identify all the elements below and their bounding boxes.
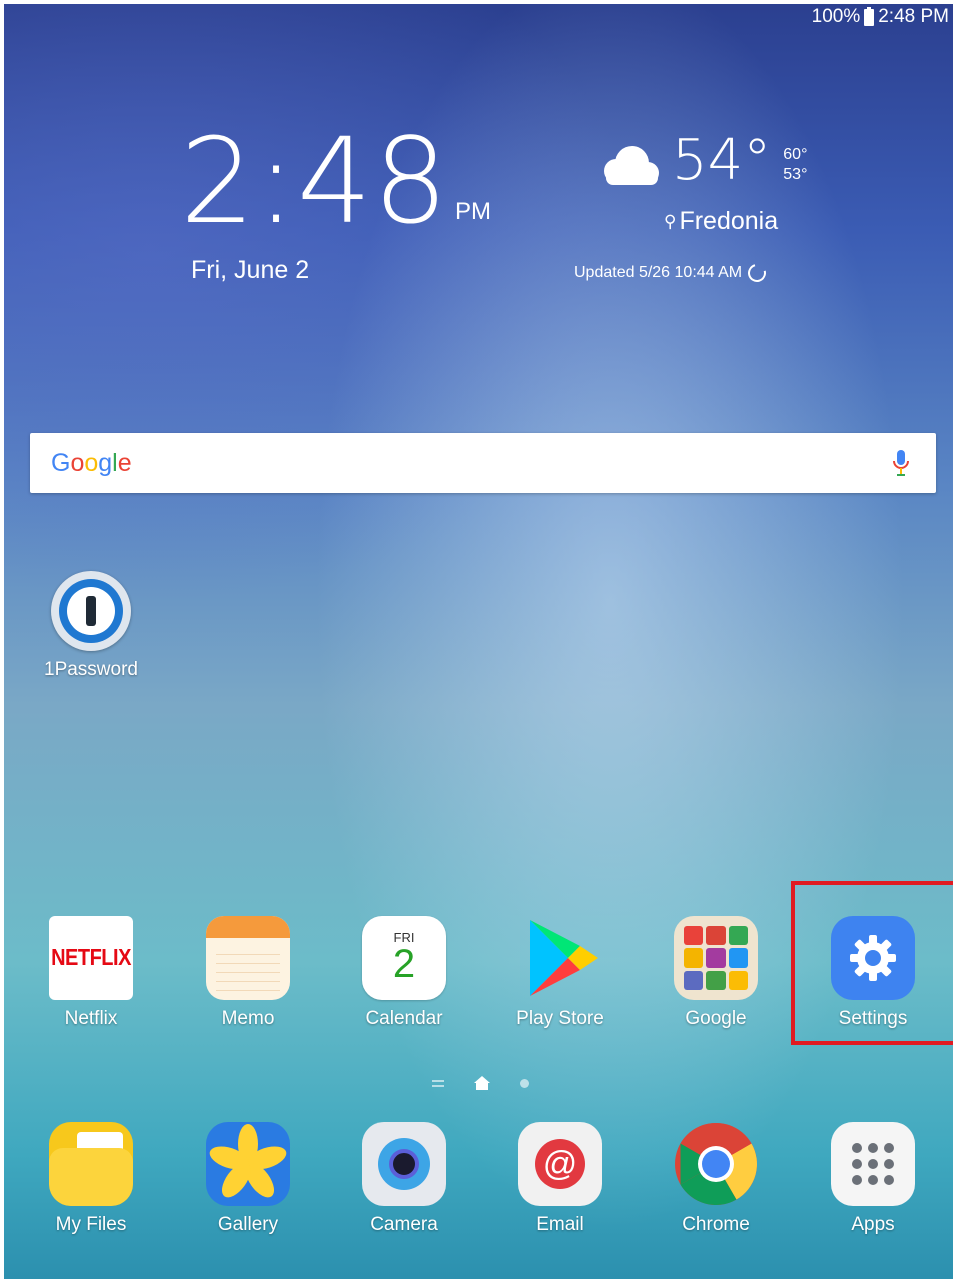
battery-percent: 100%: [811, 6, 861, 27]
netflix-icon: NETFLIX: [49, 916, 133, 1000]
clock-ampm: PM: [454, 198, 491, 225]
app-netflix[interactable]: NETFLIX Netflix: [26, 916, 156, 1030]
app-label: Camera: [370, 1214, 438, 1235]
camera-icon: [362, 1122, 446, 1206]
app-label: Calendar: [365, 1008, 443, 1029]
frame-border: [953, 0, 963, 1283]
chrome-icon: [674, 1122, 758, 1206]
app-label: My Files: [55, 1214, 127, 1235]
app-label: Gallery: [217, 1214, 279, 1235]
status-time: 2:48 PM: [878, 6, 949, 27]
clock-date: Fri, June 2: [191, 256, 310, 284]
weather-high: 60°: [783, 146, 808, 163]
cloud-icon: [596, 143, 664, 191]
play-store-icon: [518, 916, 602, 1000]
app-camera[interactable]: Camera: [339, 1122, 469, 1236]
app-label: Apps: [851, 1214, 895, 1235]
app-1password[interactable]: 1Password: [26, 571, 156, 681]
frame-border: [0, 0, 4, 1283]
app-label: Chrome: [682, 1214, 750, 1235]
app-gallery[interactable]: Gallery: [183, 1122, 313, 1236]
home-page-icon[interactable]: [474, 1076, 490, 1090]
app-chrome[interactable]: Chrome: [651, 1122, 781, 1236]
page-dot[interactable]: [520, 1078, 529, 1088]
refresh-icon[interactable]: [744, 260, 770, 286]
google-logo: Google: [51, 448, 132, 477]
email-icon: @: [518, 1122, 602, 1206]
app-email[interactable]: @ Email: [495, 1122, 625, 1236]
clock-widget[interactable]: 2:48 PM: [180, 122, 491, 240]
weather-location: ⚲ Fredonia: [664, 207, 778, 236]
weather-high-low: 60° 53°: [783, 145, 807, 185]
location-pin-icon: ⚲: [664, 211, 677, 231]
settings-highlight-box: [791, 881, 957, 1045]
home-screen: 100% 2:48 PM 2:48 PM Fri, June 2 54° 60°…: [0, 0, 963, 1283]
app-calendar[interactable]: FRI 2 Calendar: [339, 916, 469, 1030]
weather-location-name: Fredonia: [679, 207, 779, 235]
app-label: Google: [685, 1008, 747, 1029]
app-label: Email: [536, 1214, 584, 1235]
calendar-icon: FRI 2: [362, 916, 446, 1000]
frame-border: [0, 1279, 963, 1283]
app-label: Memo: [221, 1008, 275, 1029]
page-indicator[interactable]: [432, 1076, 529, 1090]
app-label: 1Password: [44, 659, 138, 680]
app-my-files[interactable]: My Files: [26, 1122, 156, 1236]
weather-widget[interactable]: 54° 60° 53°: [596, 133, 807, 191]
page-menu-icon[interactable]: [432, 1079, 444, 1087]
weather-temperature: 54°: [672, 128, 772, 193]
clock-time: 2:48: [180, 112, 449, 250]
app-label: Play Store: [516, 1008, 604, 1029]
weather-low: 53°: [783, 166, 808, 183]
battery-icon: [864, 6, 875, 26]
weather-updated-text: Updated 5/26 10:44 AM: [574, 264, 743, 281]
gallery-icon: [206, 1122, 290, 1206]
app-label: Netflix: [64, 1008, 118, 1029]
status-bar: 100% 2:48 PM: [812, 6, 949, 28]
weather-updated: Updated 5/26 10:44 AM: [574, 260, 770, 286]
app-google-folder[interactable]: Google: [651, 916, 781, 1030]
folder-icon: [49, 1122, 133, 1206]
memo-icon: [206, 916, 290, 1000]
1password-icon: [51, 571, 131, 651]
app-play-store[interactable]: Play Store: [495, 916, 625, 1030]
apps-grid-icon: [831, 1122, 915, 1206]
google-search-bar[interactable]: Google: [30, 433, 936, 493]
frame-border: [0, 0, 963, 4]
app-memo[interactable]: Memo: [183, 916, 313, 1030]
google-folder-icon: [674, 916, 758, 1000]
microphone-icon[interactable]: [891, 448, 911, 478]
app-drawer-button[interactable]: Apps: [808, 1122, 938, 1236]
